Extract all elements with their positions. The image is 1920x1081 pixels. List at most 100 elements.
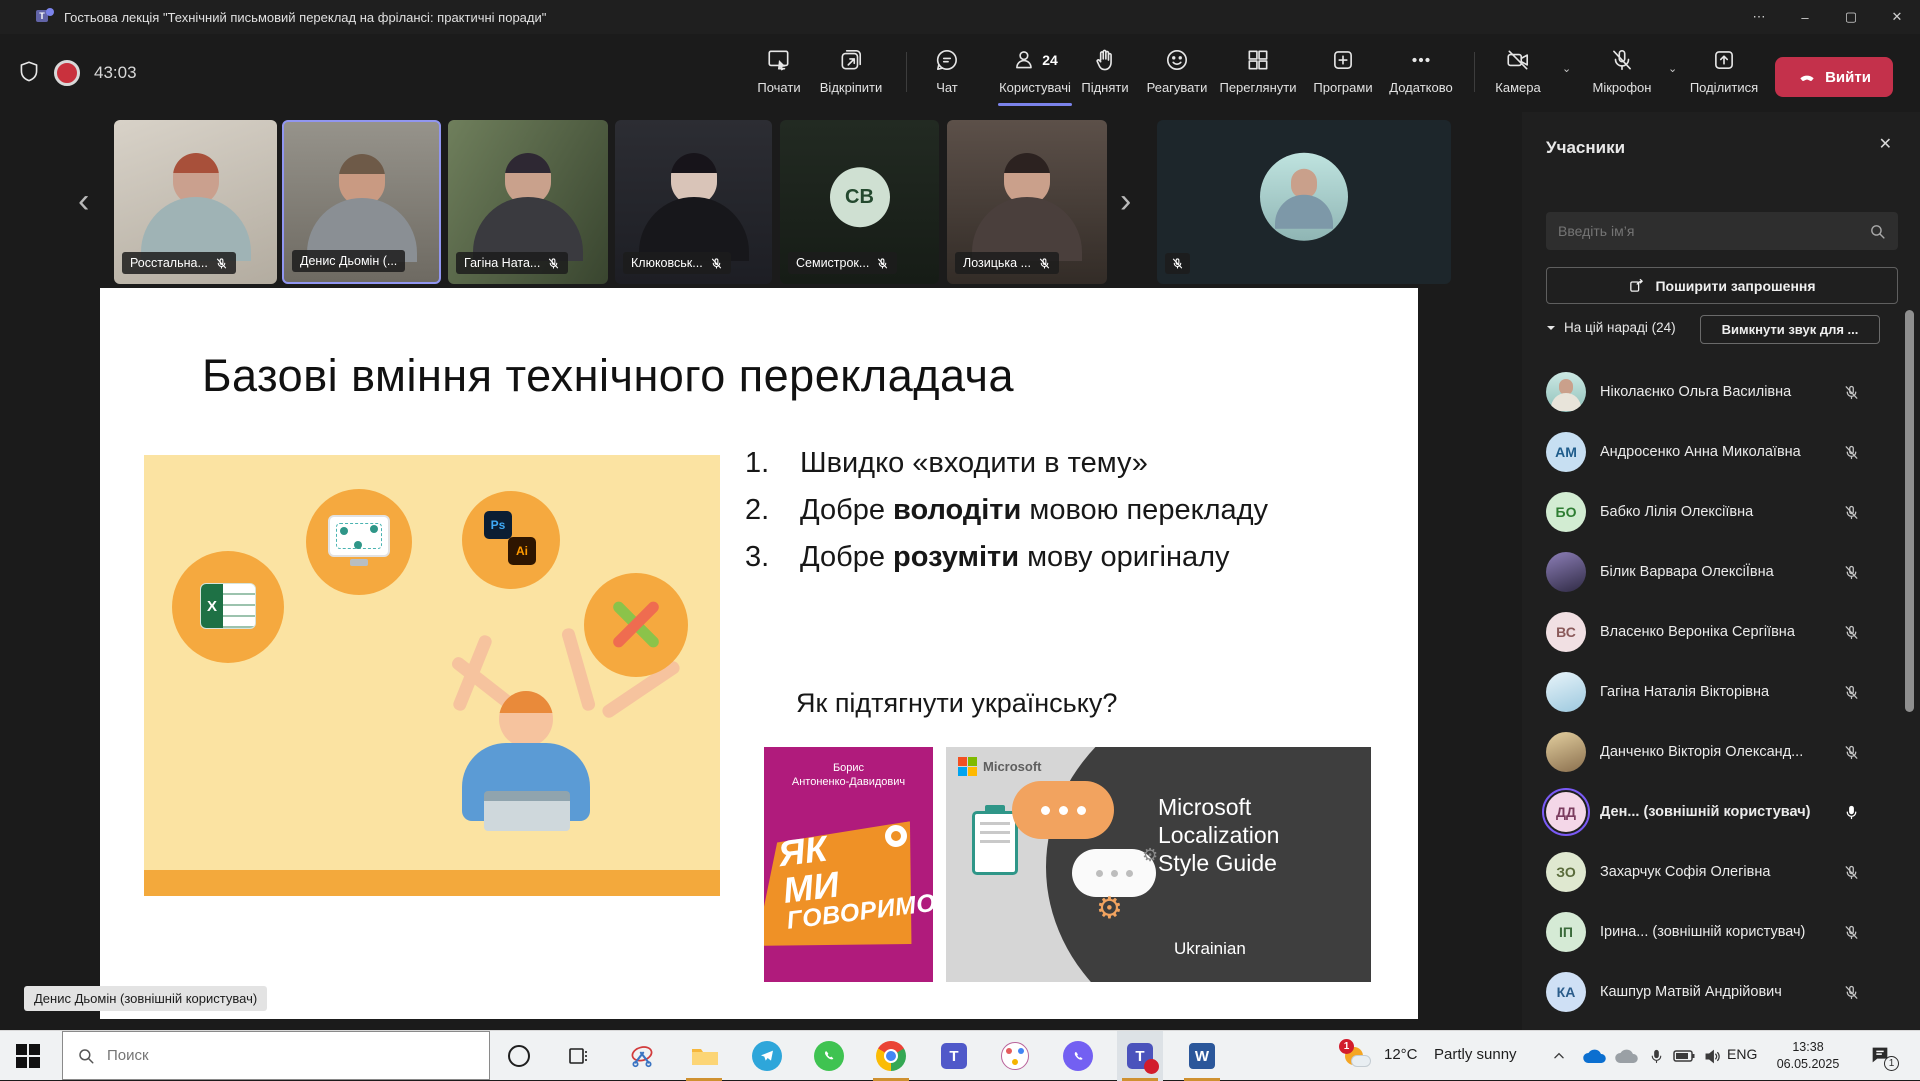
keyboard-language-indicator[interactable]: ENG [1727,1046,1757,1062]
more-options-button[interactable]: Додатково [1373,46,1469,95]
slide-list-item: 3.Добре розуміти мову оригіналу [745,534,1268,581]
participant-row[interactable]: Білик Варвара ОлексіЇвна [1522,542,1902,602]
camera-button[interactable]: Камера [1470,46,1566,95]
meeting-toolbar: 43:03 Почати Відкріпити Чат 24 Користува… [0,34,1920,112]
panel-scrollbar[interactable] [1905,310,1914,712]
mic-off-icon[interactable] [1843,684,1860,701]
gear-icon: ⚙ [1142,845,1158,866]
mic-on-icon[interactable] [1843,804,1860,821]
video-tile[interactable]: Клюковськ... [615,120,772,284]
collapse-caret-icon [1546,323,1556,333]
mic-off-icon[interactable] [1843,984,1860,1001]
viber-icon[interactable] [1062,1040,1094,1072]
mic-off-icon[interactable] [1843,444,1860,461]
telegram-icon[interactable] [751,1040,783,1072]
windows-taskbar: T T W 1 12°C Partly sunny ENG 13:38 06.0… [0,1030,1920,1080]
filmstrip-next-button[interactable]: › [1120,184,1131,218]
video-tile[interactable]: Росстальна... [114,120,277,284]
window-maximize-button[interactable]: ▢ [1828,0,1874,34]
video-tile[interactable]: Лозицька ... [947,120,1107,284]
ellipsis-icon [1408,46,1434,74]
participant-row[interactable]: ВС Власенко Вероніка Сергіївна [1522,602,1902,662]
weather-icon[interactable]: 1 [1342,1042,1374,1074]
security-shield-icon [16,58,42,86]
taskbar-clock[interactable]: 13:38 06.05.2025 [1765,1039,1851,1073]
share-invite-button[interactable]: Поширити запрошення [1546,267,1898,304]
chat-button[interactable]: Чат [899,46,995,95]
taskbar-search-box[interactable] [62,1031,490,1080]
participant-initials-avatar: ДД [1546,792,1586,832]
participant-initials-avatar: ЗО [1546,852,1586,892]
window-close-button[interactable]: ✕ [1874,0,1920,34]
chrome-icon[interactable] [875,1040,907,1072]
cortana-button[interactable] [503,1040,535,1072]
in-meeting-section-header[interactable]: На цій нараді (24) [1546,320,1676,335]
mic-off-icon[interactable] [1843,924,1860,941]
mic-off-icon[interactable] [1843,564,1860,581]
mic-off-icon[interactable] [1843,504,1860,521]
view-button[interactable]: Переглянути [1210,46,1306,95]
mic-off-icon [215,257,228,270]
file-explorer-icon[interactable] [688,1040,720,1072]
share-up-icon [1711,46,1737,74]
weather-temperature[interactable]: 12°C [1384,1046,1418,1063]
cartoon-person-head [499,691,553,747]
unpin-button[interactable]: Відкріпити [803,46,899,95]
volume-icon[interactable] [1696,1040,1728,1072]
mute-all-button[interactable]: Вимкнути звук для ... [1700,315,1880,344]
word-icon[interactable]: W [1186,1040,1218,1072]
participant-row[interactable]: БО Бабко Лілія Олексіївна [1522,482,1902,542]
apps-plus-icon [1330,46,1356,74]
share-button[interactable]: Поділитися [1676,46,1772,95]
mic-off-icon[interactable] [1843,624,1860,641]
tray-expand-chevron[interactable] [1543,1040,1575,1072]
participant-search-input[interactable] [1558,223,1869,239]
snipping-tool-icon[interactable] [626,1040,658,1072]
popout-icon [838,46,864,74]
camera-options-chevron[interactable]: ⌄ [1562,62,1571,75]
video-tile-active-speaker[interactable]: Денис Дьомін (... [282,120,441,284]
mic-off-icon[interactable] [1843,864,1860,881]
tools-bubble [584,573,688,677]
participant-row[interactable]: КА Кашпур Матвій Андрійович [1522,962,1902,1022]
participant-photo-avatar [1546,732,1586,772]
paint-icon[interactable] [999,1040,1031,1072]
participant-row[interactable]: АМ Андросенко Анна Миколаївна [1522,422,1902,482]
mic-off-icon [876,257,889,270]
start-button[interactable] [16,1044,40,1068]
participant-photo-avatar [1546,372,1586,412]
taskbar-search-input[interactable] [107,1047,475,1064]
panel-close-button[interactable]: ✕ [1879,134,1892,154]
leave-button[interactable]: Вийти [1775,57,1893,97]
cloud-icon[interactable] [1610,1040,1642,1072]
participant-row[interactable]: ІП Ірина... (зовнішній користувач) [1522,902,1902,962]
video-tile[interactable]: Гагіна Ната... [448,120,608,284]
video-tile-avatar-only[interactable] [1157,120,1451,284]
microphone-button[interactable]: Мікрофон [1574,46,1670,95]
notification-center-icon[interactable]: 1 [1866,1040,1898,1072]
participant-row[interactable]: Ніколаєнко Ольга Василівна [1522,362,1902,422]
recording-indicator [54,60,80,86]
participant-photo-avatar [1546,672,1586,712]
window-minimize-button[interactable]: – [1782,0,1828,34]
weather-badge: 1 [1339,1039,1354,1054]
video-participant-name: Семистрок... [796,256,869,270]
book2-title: Microsoft Localization Style Guide [1158,793,1318,877]
participant-search-box[interactable] [1546,212,1898,250]
mic-off-icon[interactable] [1843,744,1860,761]
window-more-button[interactable]: ⋯ [1736,0,1782,34]
teams-meeting-icon[interactable]: T [1124,1040,1156,1072]
participant-row[interactable]: Гагіна Наталія Вікторівна [1522,662,1902,722]
filmstrip-prev-button[interactable]: ‹ [78,184,89,218]
task-view-button[interactable] [563,1040,595,1072]
participant-row[interactable]: ЗО Захарчук Софія Олегівна [1522,842,1902,902]
weather-condition[interactable]: Partly sunny [1434,1046,1517,1063]
whatsapp-icon[interactable] [813,1040,845,1072]
microsoft-logo: Microsoft [958,757,1042,776]
participant-row-speaking[interactable]: ДД Ден... (зовнішній користувач) [1522,782,1902,842]
video-tile[interactable]: СВ Семистрок... [780,120,939,284]
participant-row[interactable]: Данченко Вікторія Олександ... [1522,722,1902,782]
teams-icon[interactable]: T [938,1040,970,1072]
onedrive-icon[interactable] [1578,1040,1610,1072]
mic-off-icon[interactable] [1843,384,1860,401]
